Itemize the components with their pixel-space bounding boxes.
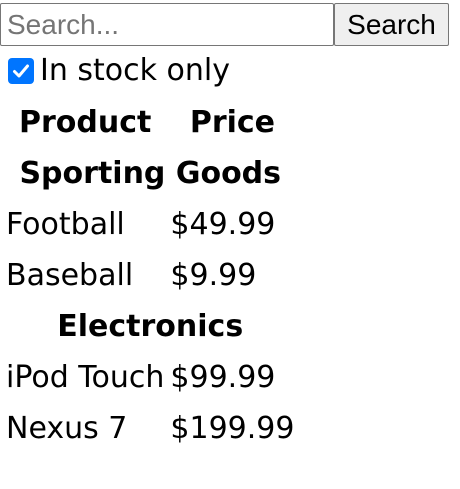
search-bar: Search: [0, 3, 449, 46]
table-row: Baseball $9.99: [6, 252, 294, 299]
in-stock-filter: In stock only: [8, 54, 230, 88]
table-row: iPod Touch $99.99: [6, 354, 294, 401]
product-name: Baseball: [6, 258, 134, 293]
product-price: $99.99: [170, 360, 276, 395]
in-stock-checkbox[interactable]: [8, 58, 34, 84]
category-row: Sporting Goods: [6, 150, 294, 197]
category-sporting-goods: Sporting Goods: [19, 156, 282, 191]
product-name: iPod Touch: [6, 360, 165, 395]
header-price: Price: [189, 105, 276, 140]
product-name: Nexus 7: [6, 411, 128, 446]
product-price: $9.99: [170, 258, 257, 293]
search-input[interactable]: [0, 3, 334, 46]
header-product: Product: [19, 105, 152, 140]
table-row: Football $49.99: [6, 201, 294, 248]
product-name: Football: [6, 207, 125, 242]
product-table: Product Price Sporting Goods Football $4…: [0, 95, 300, 456]
product-price: $49.99: [170, 207, 276, 242]
in-stock-label[interactable]: In stock only: [40, 54, 230, 88]
checkmark-icon: [13, 64, 29, 78]
category-row: Electronics: [6, 303, 294, 350]
category-electronics: Electronics: [57, 309, 244, 344]
search-button[interactable]: Search: [334, 3, 449, 46]
table-header-row: Product Price: [6, 99, 294, 146]
product-price: $199.99: [170, 411, 295, 446]
table-row: Nexus 7 $199.99: [6, 405, 294, 452]
